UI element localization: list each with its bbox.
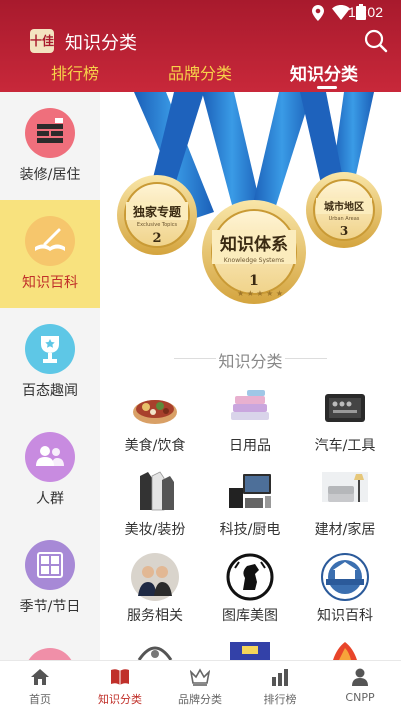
nav-label: CNPP	[345, 691, 375, 704]
sidebar-item-label: 百态趣闻	[22, 383, 78, 399]
category-tech[interactable]: 科技/厨电	[205, 466, 295, 558]
category-sidebar: 装修/居住 知识百科 百态趣闻 人群 季节/节日	[0, 92, 100, 660]
nav-label: 品牌分类	[178, 693, 222, 706]
nav-home[interactable]: 首页	[0, 661, 80, 710]
clothes-icon	[140, 471, 174, 511]
section-divider-right	[285, 358, 327, 359]
tab-ranking[interactable]: 排行榜	[51, 60, 99, 84]
book-icon	[111, 669, 129, 685]
sidebar-item-label: 装修/居住	[19, 167, 81, 183]
bar-chart-icon	[272, 669, 288, 686]
category-label: 日用品	[229, 438, 271, 454]
sidebar-item-anecdotes[interactable]: 百态趣闻	[0, 308, 100, 416]
category-next-3-icon[interactable]	[323, 640, 367, 660]
category-daily-goods[interactable]: 日用品	[205, 382, 295, 474]
nav-brands[interactable]: 品牌分类	[160, 661, 240, 710]
medal-2-title: 独家专题	[132, 204, 182, 219]
category-encyclopedia[interactable]: 知识百科	[300, 552, 390, 644]
sidebar-item-decoration[interactable]: 装修/居住	[0, 92, 100, 200]
status-time: 10:02	[347, 4, 383, 20]
category-label: 美食/饮食	[124, 438, 186, 454]
section-title: 知识分类	[218, 352, 283, 371]
category-furniture[interactable]: 建材/家居	[300, 466, 390, 558]
sidebar-item-icon-bg	[25, 216, 75, 266]
location-icon	[312, 5, 324, 21]
building-emblem-icon	[321, 553, 369, 601]
nav-label: 排行榜	[263, 693, 297, 706]
nav-ranking[interactable]: 排行榜	[240, 661, 320, 710]
sidebar-item-knowledge[interactable]: 知识百科	[0, 200, 100, 308]
open-book-icon	[35, 228, 65, 251]
toolbox-icon	[325, 394, 365, 422]
bottom-nav: 首页 知识分类 品牌分类 排行榜 CNPP	[0, 660, 401, 710]
electronics-icon	[229, 474, 271, 508]
calendar-icon	[37, 552, 63, 578]
category-food[interactable]: 美食/饮食	[110, 382, 200, 474]
active-tab-indicator	[317, 86, 337, 89]
horse-emblem-icon	[226, 553, 274, 601]
status-bar: 10:02	[0, 0, 401, 26]
medal-1-number: 1	[249, 273, 259, 289]
category-next-1-icon[interactable]	[133, 640, 177, 660]
nav-cnpp[interactable]: CNPP	[320, 661, 400, 710]
nav-label: 首页	[29, 693, 51, 706]
people-icon	[36, 446, 64, 466]
sidebar-item-icon-bg	[25, 648, 75, 660]
category-label: 图库美图	[222, 608, 278, 624]
sidebar-item-label: 季节/节日	[19, 599, 81, 615]
page-title: 知识分类	[65, 33, 137, 54]
tab-brand-categories[interactable]: 品牌分类	[168, 60, 232, 84]
category-label: 汽车/工具	[314, 438, 376, 454]
content-area: ★ ★ ★ ★ ★ 独家专题 Exclusive Topics 2 城市地区 U…	[100, 92, 401, 660]
search-icon[interactable]	[363, 28, 389, 54]
food-icon	[133, 400, 177, 424]
top-tabs: 排行榜 品牌分类 知识分类	[0, 58, 401, 92]
medal-2-number: 2	[152, 231, 161, 246]
sidebar-item-people[interactable]: 人群	[0, 416, 100, 524]
person-icon	[352, 668, 368, 686]
category-label: 美妆/装扮	[124, 522, 186, 538]
medal-3-title: 城市地区	[324, 200, 364, 213]
svg-text:★ ★ ★ ★ ★: ★ ★ ★ ★ ★	[237, 289, 283, 298]
category-next-2-icon[interactable]	[228, 640, 272, 660]
app-logo: 十佳	[30, 29, 54, 53]
title-row: 十佳 知识分类	[0, 26, 401, 56]
medal-banner[interactable]: ★ ★ ★ ★ ★ 独家专题 Exclusive Topics 2 城市地区 U…	[104, 92, 401, 320]
category-label: 服务相关	[127, 608, 183, 624]
sidebar-item-icon-bg	[25, 324, 75, 374]
app-screen: 10:02 十佳 知识分类 排行榜 品牌分类 知识分类 装修/居住 知识百科 百…	[0, 0, 401, 710]
sidebar-item-icon-bg	[25, 108, 75, 158]
sidebar-item-label: 知识百科	[22, 275, 78, 291]
medal-3-subtitle: Urban Areas	[329, 216, 360, 222]
header: 10:02 十佳 知识分类 排行榜 品牌分类 知识分类	[0, 0, 401, 92]
category-label: 科技/厨电	[219, 522, 281, 538]
medal-1-subtitle: Knowledge Systems	[224, 257, 284, 264]
sidebar-item-seasons[interactable]: 季节/节日	[0, 524, 100, 632]
crown-icon	[190, 668, 210, 686]
nav-label: 知识分类	[98, 693, 142, 706]
home-icon	[31, 669, 49, 685]
nav-knowledge[interactable]: 知识分类	[80, 661, 160, 710]
trophy-icon	[41, 336, 59, 363]
category-services[interactable]: 服务相关	[110, 552, 200, 644]
brick-wall-icon	[37, 118, 63, 143]
towels-icon	[231, 390, 269, 420]
sidebar-item-icon-bg	[25, 540, 75, 590]
category-gallery[interactable]: 图库美图	[205, 552, 295, 644]
furniture-icon	[322, 472, 368, 502]
sidebar-item-more[interactable]	[0, 632, 100, 660]
medal-3-number: 3	[340, 224, 348, 238]
category-beauty[interactable]: 美妆/装扮	[110, 466, 200, 558]
sidebar-item-label: 人群	[36, 491, 64, 507]
tab-knowledge-categories[interactable]: 知识分类	[290, 60, 358, 85]
category-label: 建材/家居	[314, 522, 376, 538]
medal-1-title: 知识体系	[219, 234, 288, 255]
medal-2-subtitle: Exclusive Topics	[137, 222, 178, 228]
category-label: 知识百科	[317, 608, 373, 624]
service-people-icon	[131, 553, 179, 601]
category-car-tools[interactable]: 汽车/工具	[300, 382, 390, 474]
sidebar-item-icon-bg	[25, 432, 75, 482]
